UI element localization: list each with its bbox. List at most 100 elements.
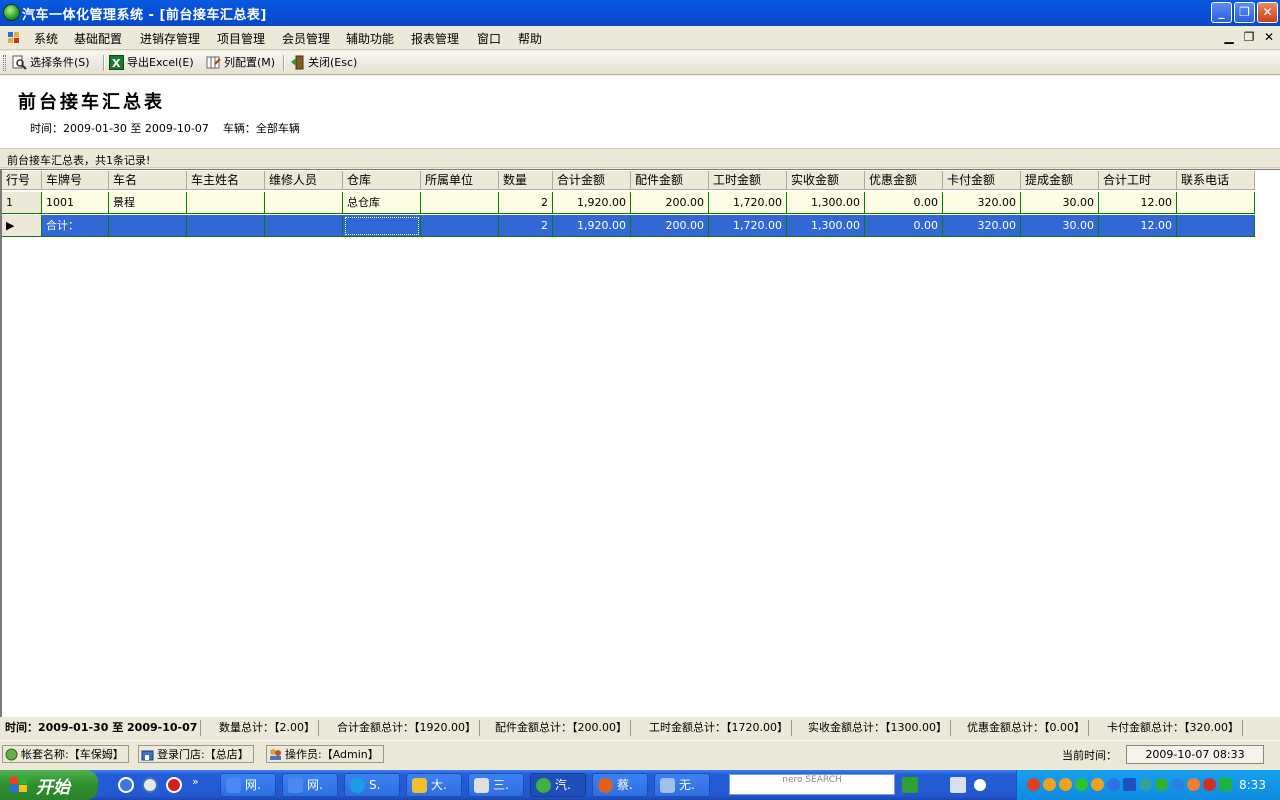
app-icon[interactable] bbox=[3, 4, 20, 21]
table-cell[interactable]: 1,920.00 bbox=[553, 215, 631, 237]
column-header[interactable]: 提成金额 bbox=[1021, 171, 1099, 190]
table-cell[interactable] bbox=[1177, 192, 1255, 214]
mdi-restore-button[interactable]: ❐ bbox=[1242, 30, 1256, 44]
help-icon[interactable] bbox=[972, 777, 988, 793]
taskbar-task[interactable]: S. bbox=[344, 773, 400, 797]
menu-help[interactable]: 帮助 bbox=[518, 30, 542, 47]
menu-member[interactable]: 会员管理 bbox=[282, 30, 330, 47]
table-cell[interactable]: 1,720.00 bbox=[709, 215, 787, 237]
table-cell[interactable]: 1,720.00 bbox=[709, 192, 787, 214]
table-cell[interactable]: 12.00 bbox=[1099, 215, 1177, 237]
table-cell[interactable]: 30.00 bbox=[1021, 215, 1099, 237]
mdi-child-icon[interactable] bbox=[8, 32, 20, 44]
browser-icon[interactable] bbox=[142, 777, 158, 793]
close-button[interactable]: ✕ bbox=[1257, 2, 1278, 23]
menu-inventory[interactable]: 进销存管理 bbox=[140, 30, 200, 47]
table-cell[interactable]: 12.00 bbox=[1099, 192, 1177, 214]
column-header[interactable]: 车牌号 bbox=[42, 171, 109, 190]
column-header[interactable]: 工时金额 bbox=[709, 171, 787, 190]
table-cell[interactable]: 2 bbox=[499, 215, 553, 237]
column-header[interactable]: 优惠金额 bbox=[865, 171, 943, 190]
table-cell[interactable]: 1,300.00 bbox=[787, 192, 865, 214]
table-cell[interactable]: 30.00 bbox=[1021, 192, 1099, 214]
qq-icon[interactable] bbox=[1043, 778, 1056, 791]
taskbar-task[interactable]: 三. bbox=[468, 773, 524, 797]
keyboard-icon[interactable] bbox=[950, 777, 966, 793]
menu-window[interactable]: 窗口 bbox=[477, 30, 501, 47]
taskbar-task[interactable]: 大. bbox=[406, 773, 462, 797]
tray-app-icon[interactable] bbox=[1155, 778, 1168, 791]
network-disconnected-icon[interactable] bbox=[1123, 778, 1136, 791]
total-label-cell[interactable]: 合计： bbox=[42, 215, 109, 237]
column-header[interactable]: 卡付金额 bbox=[943, 171, 1021, 190]
table-cell[interactable] bbox=[1177, 215, 1255, 237]
select-condition-button[interactable]: 选择条件(S) bbox=[10, 54, 90, 72]
minimize-button[interactable]: _ bbox=[1211, 2, 1232, 23]
qq-icon[interactable] bbox=[1091, 778, 1104, 791]
menu-project[interactable]: 项目管理 bbox=[217, 30, 265, 47]
column-header[interactable]: 实收金额 bbox=[787, 171, 865, 190]
table-cell[interactable]: 200.00 bbox=[631, 192, 709, 214]
taskbar-task[interactable]: 网. bbox=[220, 773, 276, 797]
column-header[interactable]: 配件金额 bbox=[631, 171, 709, 190]
table-cell[interactable] bbox=[187, 192, 265, 214]
column-header[interactable]: 所属单位 bbox=[421, 171, 499, 190]
mdi-minimize-button[interactable]: ▁ bbox=[1222, 30, 1236, 44]
quicklaunch-more-icon[interactable]: » bbox=[192, 775, 199, 788]
table-cell[interactable]: 0.00 bbox=[865, 215, 943, 237]
menu-tools[interactable]: 辅助功能 bbox=[346, 30, 394, 47]
menu-system[interactable]: 系统 bbox=[34, 30, 58, 47]
menu-reports[interactable]: 报表管理 bbox=[411, 30, 459, 47]
row-number[interactable]: 1 bbox=[2, 192, 42, 214]
table-cell[interactable]: 1,920.00 bbox=[553, 192, 631, 214]
column-header[interactable]: 车名 bbox=[109, 171, 187, 190]
column-header[interactable]: 行号 bbox=[2, 171, 42, 190]
menu-base-config[interactable]: 基础配置 bbox=[74, 30, 122, 47]
table-cell[interactable]: 总仓库 bbox=[343, 192, 421, 214]
focused-cell[interactable] bbox=[343, 215, 421, 237]
column-header[interactable]: 合计工时 bbox=[1099, 171, 1177, 190]
close-report-button[interactable]: 关闭(Esc) bbox=[288, 54, 357, 72]
current-row-indicator-icon[interactable]: ▶ bbox=[2, 215, 42, 237]
column-header[interactable]: 车主姓名 bbox=[187, 171, 265, 190]
tray-app-icon[interactable] bbox=[1075, 778, 1088, 791]
start-button[interactable]: 开始 bbox=[0, 770, 98, 800]
table-cell[interactable] bbox=[109, 215, 187, 237]
table-cell[interactable]: 2 bbox=[499, 192, 553, 214]
tray-app-icon[interactable] bbox=[1139, 778, 1152, 791]
export-excel-button[interactable]: X 导出Excel(E) bbox=[107, 54, 194, 72]
table-cell[interactable]: 1,300.00 bbox=[787, 215, 865, 237]
tray-app-icon[interactable] bbox=[1027, 778, 1040, 791]
table-cell[interactable] bbox=[265, 215, 343, 237]
table-cell[interactable]: 1001 bbox=[42, 192, 109, 214]
table-cell[interactable]: 0.00 bbox=[865, 192, 943, 214]
column-header[interactable]: 合计金额 bbox=[553, 171, 631, 190]
column-header[interactable]: 数量 bbox=[499, 171, 553, 190]
restore-button[interactable]: ❐ bbox=[1234, 2, 1255, 23]
table-cell[interactable]: 320.00 bbox=[943, 215, 1021, 237]
network-icon[interactable] bbox=[1107, 778, 1120, 791]
tray-app-icon[interactable] bbox=[1171, 778, 1184, 791]
tray-app-icon[interactable] bbox=[1203, 778, 1216, 791]
toolbar-grip[interactable] bbox=[3, 55, 6, 71]
ie-icon[interactable] bbox=[118, 777, 134, 793]
column-header[interactable]: 联系电话 bbox=[1177, 171, 1255, 190]
taskbar-task[interactable]: 蔡. bbox=[592, 773, 648, 797]
table-cell[interactable] bbox=[421, 215, 499, 237]
nero-search-box[interactable]: nero SEARCH bbox=[729, 774, 895, 795]
taskbar-task-active[interactable]: 汽. bbox=[530, 773, 586, 797]
mdi-close-button[interactable]: ✕ bbox=[1262, 30, 1276, 44]
clock[interactable]: 8:33 bbox=[1239, 778, 1266, 792]
table-cell[interactable] bbox=[187, 215, 265, 237]
security-shield-icon[interactable] bbox=[1219, 778, 1232, 791]
data-grid[interactable]: 行号 车牌号 车名 车主姓名 维修人员 仓库 所属单位 数量 合计金额 配件金额… bbox=[0, 169, 1280, 717]
taskbar-task[interactable]: 无. bbox=[654, 773, 710, 797]
go-arrow-icon[interactable] bbox=[902, 777, 918, 793]
taskbar-task[interactable]: 网. bbox=[282, 773, 338, 797]
table-cell[interactable] bbox=[421, 192, 499, 214]
media-icon[interactable] bbox=[166, 777, 182, 793]
column-config-button[interactable]: 列配置(M) bbox=[204, 54, 275, 72]
table-cell[interactable]: 320.00 bbox=[943, 192, 1021, 214]
table-cell[interactable]: 200.00 bbox=[631, 215, 709, 237]
column-header[interactable]: 仓库 bbox=[343, 171, 421, 190]
